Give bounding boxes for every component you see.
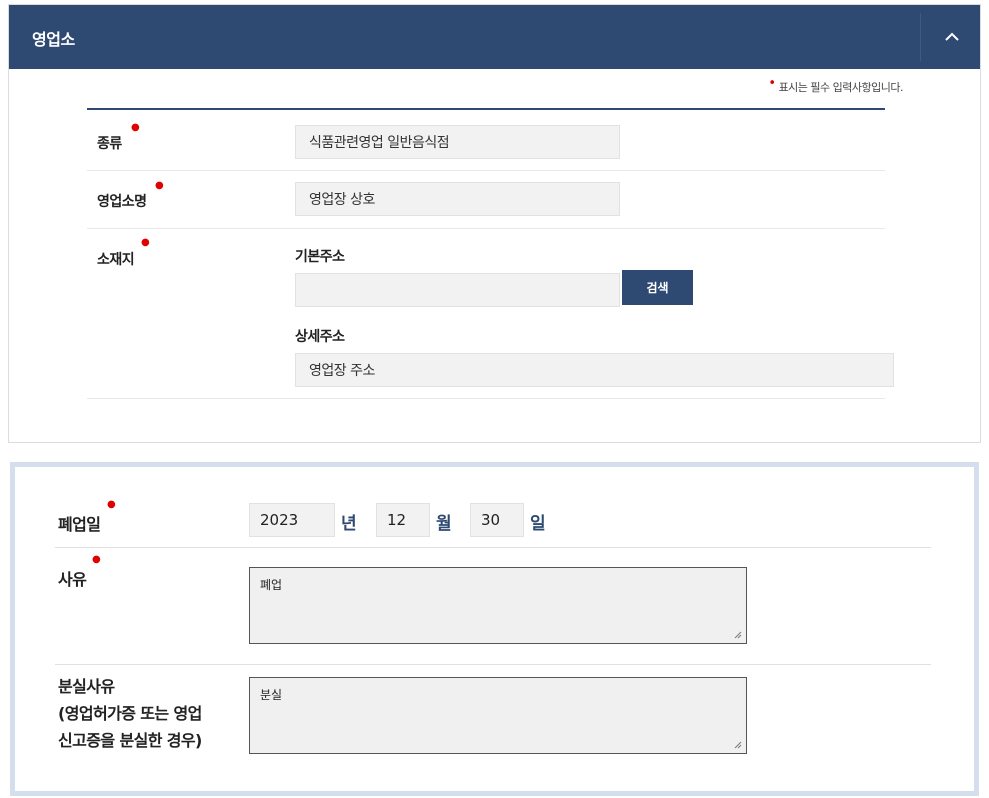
required-note: • 표시는 필수 입력사항입니다. [768, 76, 904, 95]
loss-reason-textarea[interactable]: 분실 [249, 677, 747, 754]
required-marker-icon: ● [155, 180, 164, 191]
year-value: 2023 [260, 511, 299, 529]
section-title: 영업소 [32, 30, 75, 49]
resize-grip-icon[interactable] [734, 631, 742, 639]
row-divider [87, 228, 885, 229]
day-value: 30 [481, 511, 501, 529]
month-input[interactable]: 12 [376, 503, 430, 537]
basic-address-label: 기본주소 [295, 249, 345, 265]
type-label: 종류 [97, 136, 122, 152]
loss-reason-value: 분실 [260, 688, 283, 702]
basic-address-input[interactable] [295, 273, 620, 307]
collapse-toggle-button[interactable] [927, 13, 977, 61]
row-divider [55, 664, 931, 665]
location-label: 소재지 [97, 252, 135, 268]
search-button[interactable]: 검색 [622, 270, 693, 305]
closure-date-label: 폐업일 [58, 515, 101, 534]
loss-reason-label-line3: 신고증을 분실한 경우) [58, 731, 202, 750]
required-marker-icon: ● [92, 554, 101, 565]
detail-address-value: 영업장 주소 [309, 363, 375, 379]
required-marker-icon: ● [131, 122, 140, 133]
row-divider [87, 170, 885, 171]
form-top-line [87, 108, 885, 110]
year-unit: 년 [341, 514, 357, 534]
month-unit: 월 [436, 514, 452, 534]
required-marker-icon: ● [141, 237, 150, 248]
required-marker-icon: • [768, 76, 776, 91]
month-value: 12 [387, 511, 407, 529]
office-name-value: 영업장 상호 [309, 192, 375, 208]
type-value: 식품관련영업 일반음식점 [309, 135, 450, 151]
detail-address-field[interactable]: 영업장 주소 [295, 353, 894, 387]
office-name-label: 영업소명 [97, 194, 147, 210]
resize-grip-icon[interactable] [734, 741, 742, 749]
year-input[interactable]: 2023 [249, 503, 335, 537]
row-divider [55, 547, 931, 548]
loss-reason-label: 분실사유 (영업허가증 또는 영업 신고증을 분실한 경우) [58, 673, 202, 754]
section-header: 영업소 [9, 5, 980, 69]
reason-label: 사유 [58, 570, 87, 589]
detail-address-label: 상세주소 [295, 329, 345, 345]
chevron-up-icon [945, 32, 959, 41]
type-field[interactable]: 식품관련영업 일반음식점 [295, 125, 620, 159]
required-marker-icon: ● [107, 499, 116, 510]
day-input[interactable]: 30 [470, 503, 524, 537]
row-divider [87, 398, 885, 399]
required-note-text: 표시는 필수 입력사항입니다. [778, 81, 904, 94]
office-name-field[interactable]: 영업장 상호 [295, 182, 620, 216]
loss-reason-label-line1: 분실사유 [58, 677, 115, 696]
header-divider [920, 13, 921, 61]
loss-reason-label-line2: (영업허가증 또는 영업 [58, 704, 202, 723]
day-unit: 일 [530, 514, 546, 534]
reason-textarea[interactable]: 폐업 [249, 567, 747, 644]
reason-value: 폐업 [260, 578, 283, 592]
